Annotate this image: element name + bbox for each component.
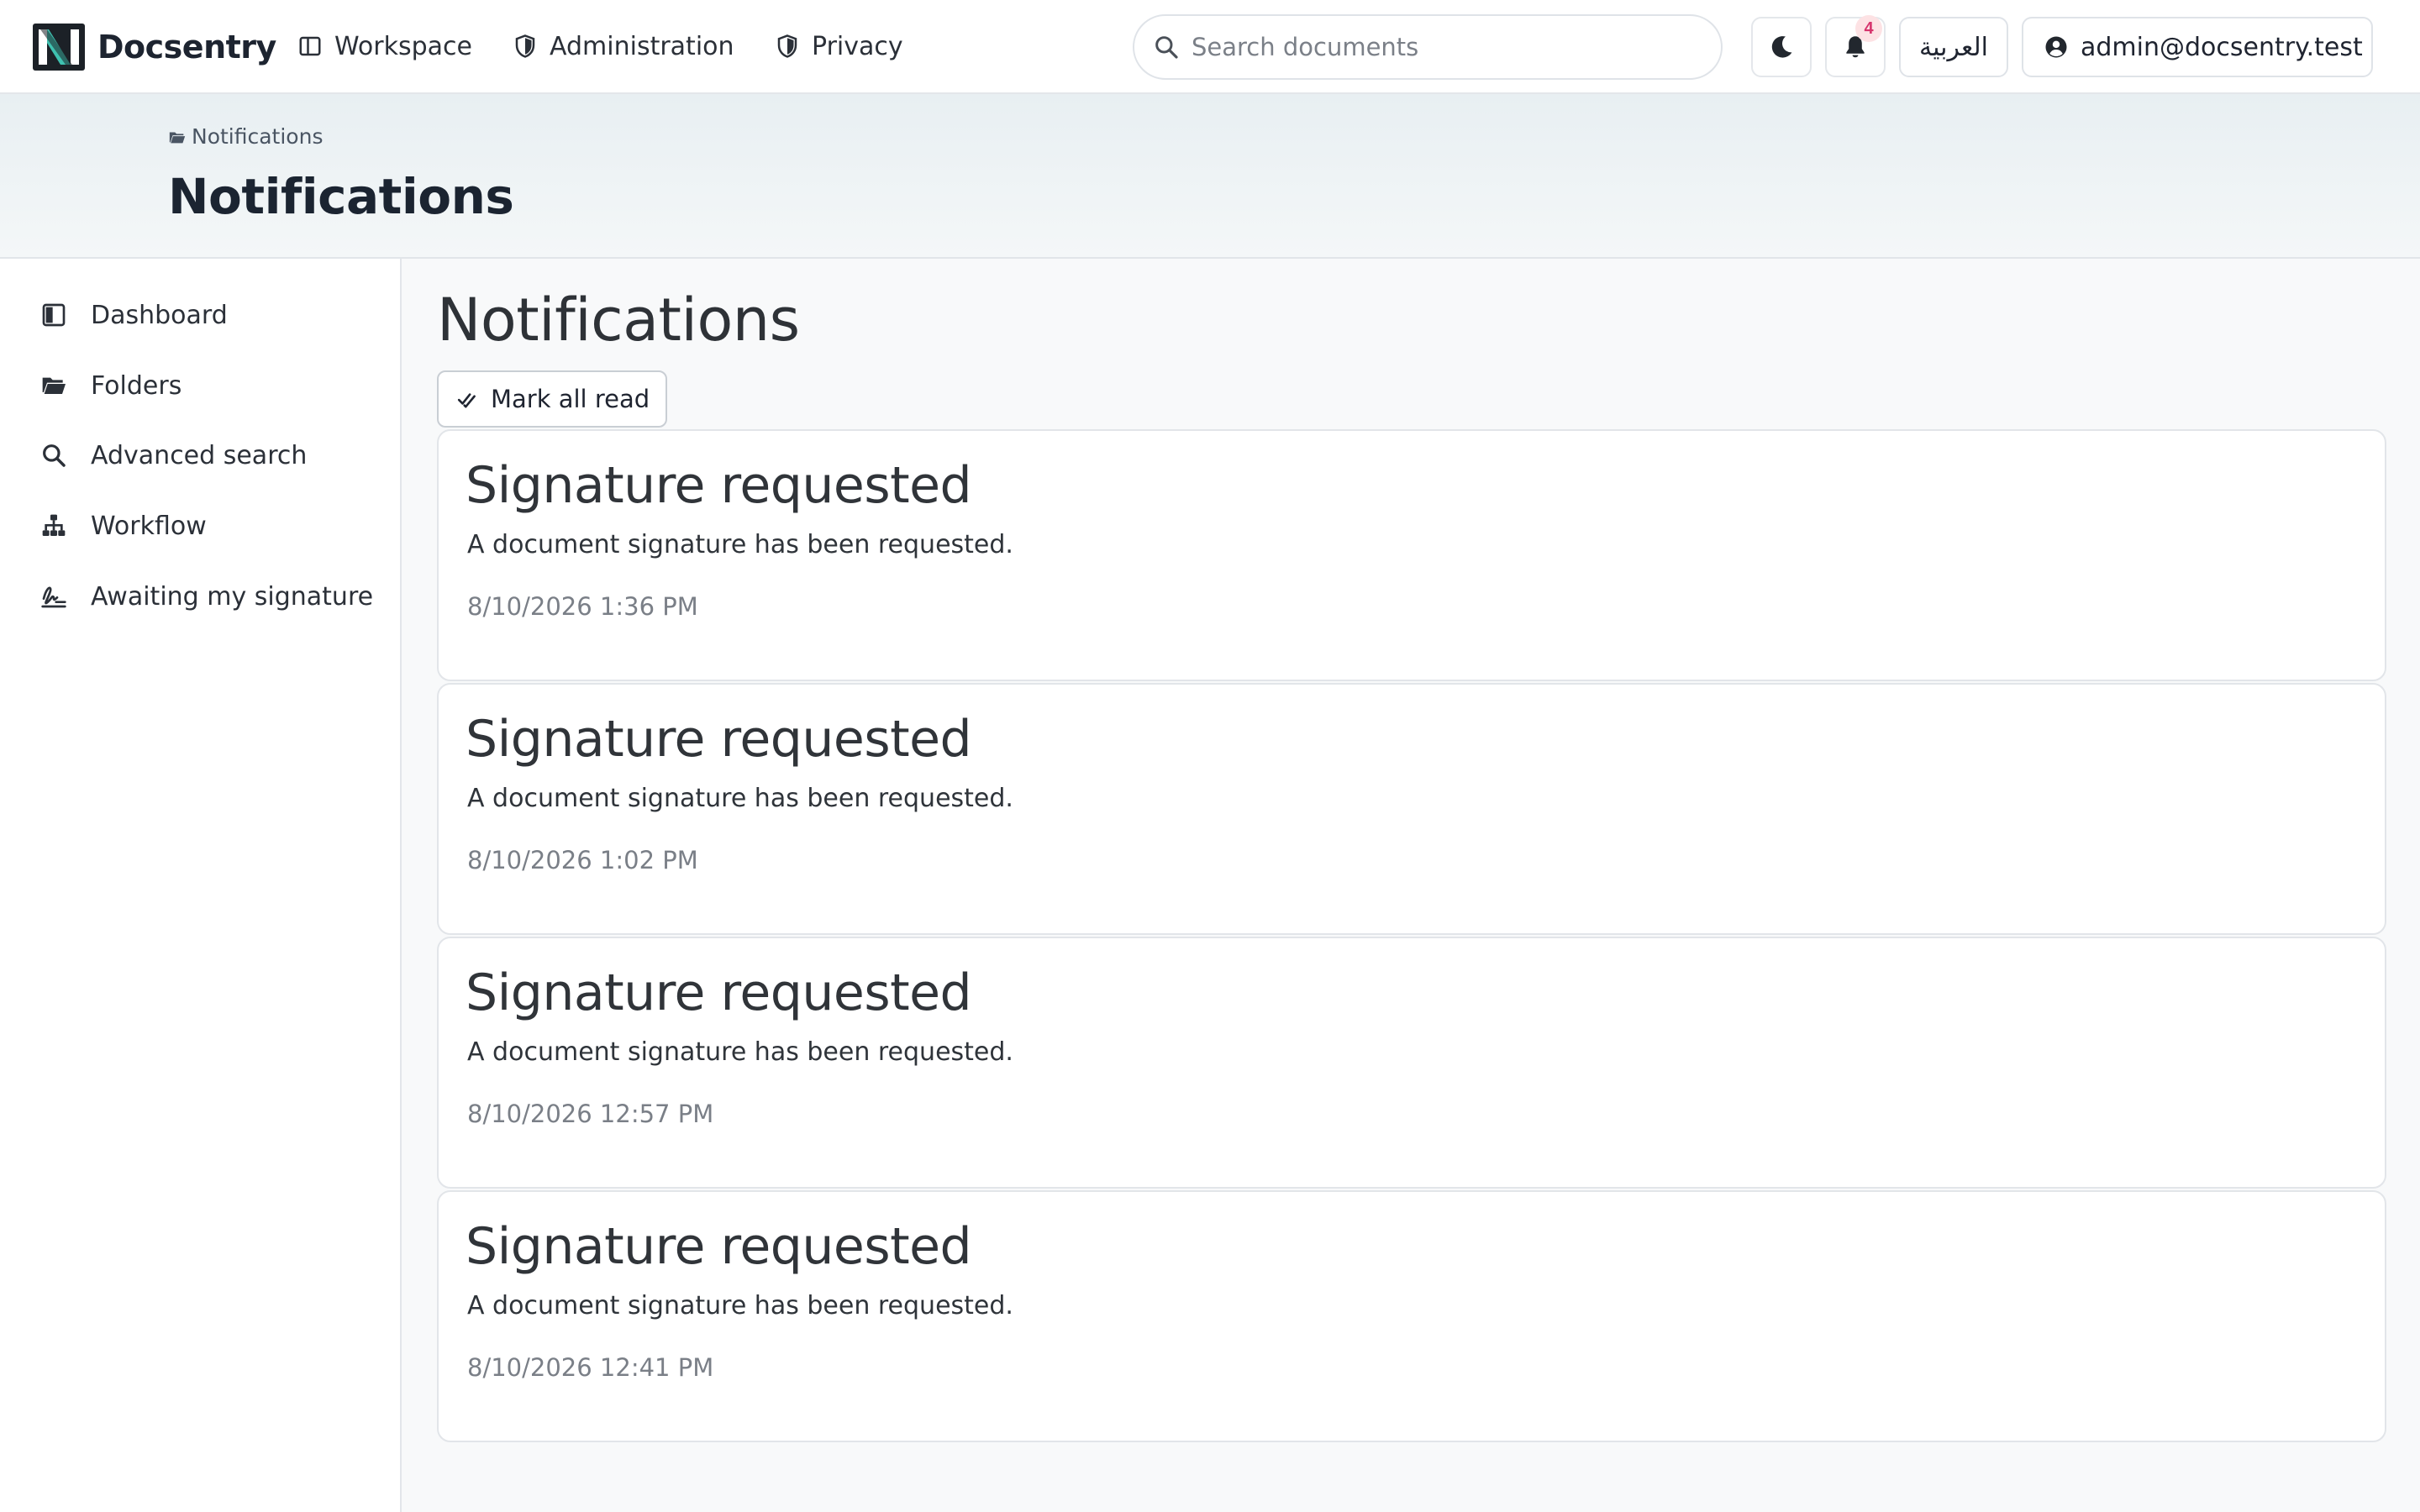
notification-title: Signature requested <box>466 963 972 1022</box>
mark-all-read-label: Mark all read <box>491 385 650 413</box>
sidebar-item-workflow[interactable]: Workflow <box>40 503 207 549</box>
shield-icon <box>515 34 535 58</box>
notification-title: Signature requested <box>466 1217 972 1276</box>
notification-timestamp: 8/10/2026 1:02 PM <box>467 846 698 874</box>
notification-title: Signature requested <box>466 710 972 769</box>
notifications-button[interactable]: 4 <box>1825 15 1886 77</box>
notification-card[interactable]: Signature requested A document signature… <box>437 683 2386 935</box>
notification-timestamp: 8/10/2026 12:57 PM <box>467 1100 714 1128</box>
search-icon <box>1155 36 1178 59</box>
language-switch-button[interactable]: العربية <box>1899 17 2008 77</box>
nav-workspace-label: Workspace <box>334 31 472 61</box>
user-menu-button[interactable]: admin@docsentry.test <box>2022 17 2373 77</box>
nav-administration-label: Administration <box>550 31 734 61</box>
notification-timestamp: 8/10/2026 12:41 PM <box>467 1353 714 1382</box>
page-header: Notifications Notifications <box>0 94 2420 259</box>
notification-message: A document signature has been requested. <box>467 1291 1013 1320</box>
notification-message: A document signature has been requested. <box>467 530 1013 559</box>
brand-name: Docsentry <box>97 29 276 66</box>
folder-open-icon <box>42 377 66 394</box>
breadcrumb: Notifications <box>168 124 323 149</box>
sidebar-item-dashboard[interactable]: Dashboard <box>40 292 228 338</box>
shield-icon <box>777 34 797 58</box>
notification-timestamp: 8/10/2026 1:36 PM <box>467 592 698 621</box>
sidebar-item-label: Awaiting my signature <box>91 581 374 612</box>
sidebar-item-label: Folders <box>91 370 182 401</box>
notification-count-badge: 4 <box>1855 15 1882 42</box>
docsentry-logo-icon <box>33 24 85 71</box>
sitemap-icon <box>42 514 66 536</box>
nav-privacy-label: Privacy <box>812 31 903 61</box>
sidebar-item-label: Advanced search <box>91 440 308 470</box>
check-double-icon <box>457 393 476 408</box>
breadcrumb-current[interactable]: Notifications <box>192 124 323 149</box>
nav-administration[interactable]: Administration <box>513 25 734 67</box>
sidebar-item-advanced-search[interactable]: Advanced search <box>40 433 307 478</box>
dashboard-icon <box>42 303 66 327</box>
search-input[interactable] <box>1192 33 1696 61</box>
sidebar-item-folders[interactable]: Folders <box>40 363 182 408</box>
sidebar-item-awaiting-my-signature[interactable]: Awaiting my signature <box>40 574 373 619</box>
notification-message: A document signature has been requested. <box>467 1037 1013 1067</box>
search-icon <box>43 444 66 467</box>
main-title: Notifications <box>437 286 800 354</box>
sidebar-item-label: Dashboard <box>91 300 228 330</box>
nav-privacy[interactable]: Privacy <box>775 25 903 67</box>
nav-workspace[interactable]: Workspace <box>297 25 472 67</box>
theme-toggle-button[interactable] <box>1751 17 1812 77</box>
notification-card[interactable]: Signature requested A document signature… <box>437 937 2386 1189</box>
user-circle-icon <box>2045 36 2067 58</box>
notification-card[interactable]: Signature requested A document signature… <box>437 1190 2386 1442</box>
signature-icon <box>41 586 66 608</box>
moon-icon <box>1771 36 1792 58</box>
user-email: admin@docsentry.test <box>2081 32 2363 62</box>
notification-message: A document signature has been requested. <box>467 784 1013 813</box>
page-title: Notifications <box>168 168 514 225</box>
mark-all-read-button[interactable]: Mark all read <box>437 370 667 428</box>
search-box <box>1133 14 1723 80</box>
sidebar-item-label: Workflow <box>91 511 207 541</box>
folder-open-icon <box>169 132 186 143</box>
brand-link[interactable]: Docsentry <box>32 22 276 72</box>
top-navbar: Docsentry Workspace Administration Priva… <box>0 0 2420 94</box>
layout-icon <box>299 36 321 56</box>
notification-title: Signature requested <box>466 456 972 515</box>
notification-card[interactable]: Signature requested A document signature… <box>437 429 2386 681</box>
